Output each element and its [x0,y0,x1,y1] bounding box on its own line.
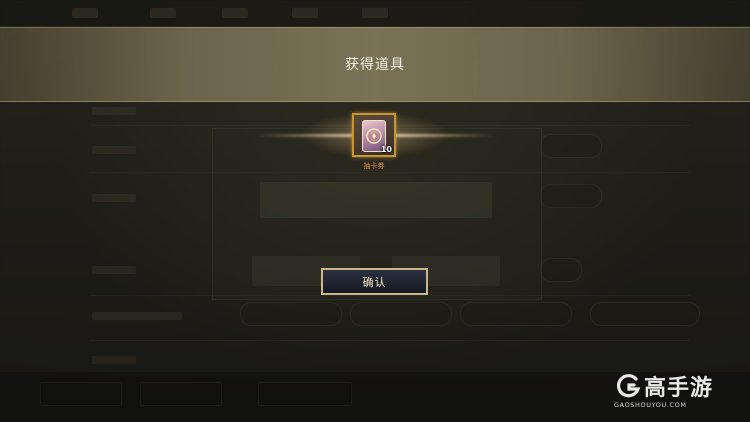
item-count: 10 [380,145,392,154]
watermark-domain: GAOSHOUYOU.COM [614,401,687,409]
reward-item-slot[interactable]: 10 [352,113,396,157]
confirm-button[interactable]: 确认 [321,268,428,295]
reward-dialog-banner: 获得道具 [0,27,750,102]
item-name: 抽卡券 [363,162,385,170]
watermark-brand: 高手游 [644,376,714,401]
gaoshouyou-logo-icon [616,374,641,398]
dialog-title: 获得道具 [345,57,405,73]
watermark: 高手游 GAOSHOUYOU.COM [614,370,742,414]
compass-emblem-icon [366,128,382,144]
